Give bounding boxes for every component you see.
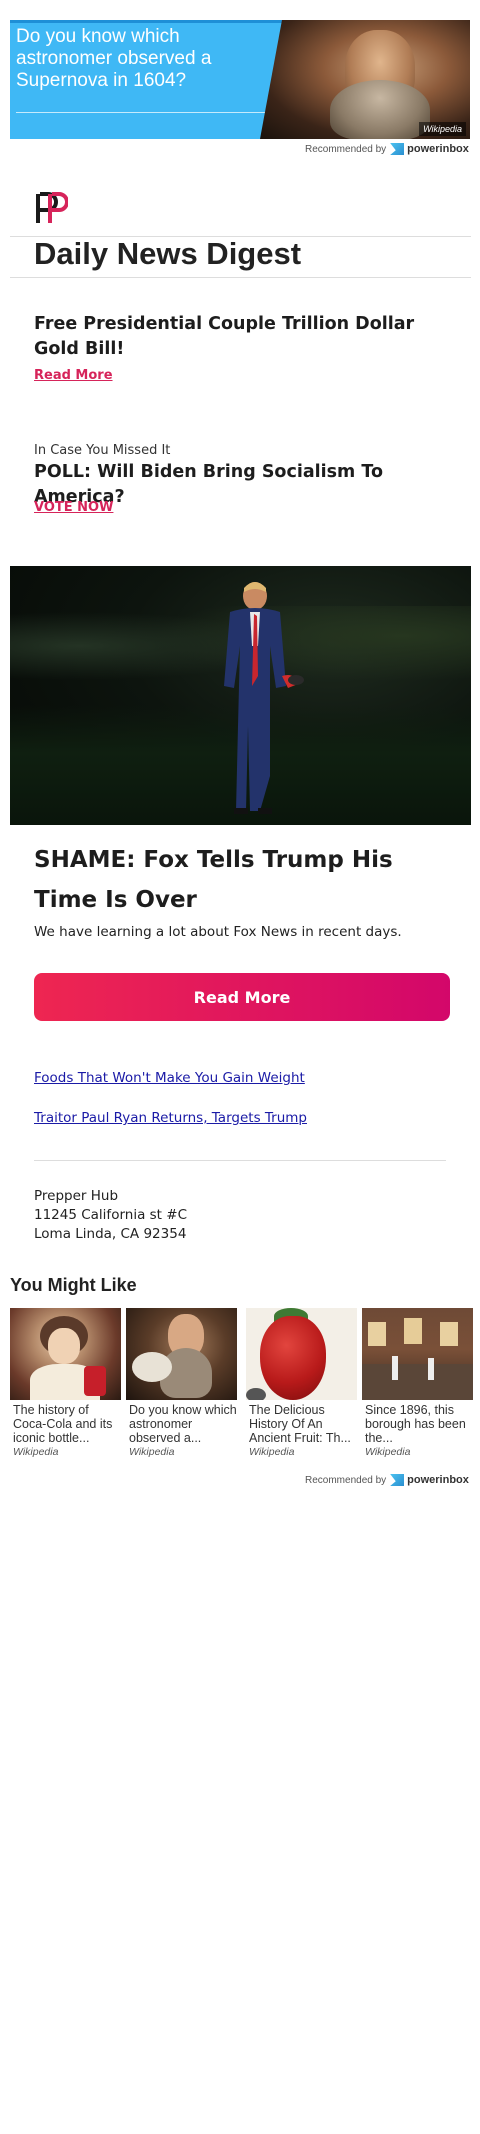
ad-underline bbox=[16, 112, 268, 113]
divider-title bbox=[10, 277, 471, 278]
link-foods[interactable]: Foods That Won't Make You Gain Weight bbox=[34, 1070, 305, 1086]
card-caption: Since 1896, this borough has been the... bbox=[365, 1403, 466, 1445]
card-thumbnail bbox=[10, 1308, 121, 1400]
story1-headline[interactable]: Free Presidential Couple Trillion Dollar… bbox=[34, 312, 434, 362]
ad-source-label: Wikipedia bbox=[419, 122, 466, 136]
story1-read-more-link[interactable]: Read More bbox=[34, 368, 113, 383]
link-paul-ryan[interactable]: Traitor Paul Ryan Returns, Targets Trump bbox=[34, 1110, 307, 1126]
card-caption: The history of Coca-Cola and its iconic … bbox=[13, 1403, 113, 1445]
story2-kicker: In Case You Missed It bbox=[34, 443, 171, 458]
story2-vote-link[interactable]: VOTE NOW bbox=[34, 500, 113, 515]
you-might-like-title: You Might Like bbox=[10, 1275, 137, 1295]
feature-photo[interactable] bbox=[10, 566, 471, 825]
card-thumbnail bbox=[126, 1308, 237, 1400]
feature-headline[interactable]: SHAME: Fox Tells Trump His Time Is Over bbox=[34, 840, 454, 920]
powerinbox-logo-icon: powerinbox bbox=[390, 143, 469, 155]
card-source: Wikipedia bbox=[365, 1446, 411, 1458]
ad-headline: Do you know which astronomer observed a … bbox=[16, 26, 212, 91]
card-thumbnail bbox=[362, 1308, 473, 1400]
recommendation-card[interactable]: The history of Coca-Cola and its iconic … bbox=[10, 1308, 121, 1458]
card-source: Wikipedia bbox=[129, 1446, 175, 1458]
address-line-1: Prepper Hub bbox=[34, 1188, 119, 1204]
recommended-by-top[interactable]: Recommended by powerinbox bbox=[305, 143, 469, 155]
publisher-logo-icon[interactable] bbox=[34, 191, 68, 225]
address-line-3: Loma Linda, CA 92354 bbox=[34, 1226, 187, 1242]
recommendation-card[interactable]: The Delicious History Of An Ancient Frui… bbox=[246, 1308, 357, 1458]
photo-figure bbox=[224, 582, 304, 814]
card-thumbnail bbox=[246, 1308, 357, 1400]
feature-read-more-button[interactable]: Read More bbox=[34, 973, 450, 1021]
card-caption: Do you know which astronomer observed a.… bbox=[129, 1403, 237, 1445]
card-caption: The Delicious History Of An Ancient Frui… bbox=[249, 1403, 351, 1445]
feature-lede: We have learning a lot about Fox News in… bbox=[34, 924, 402, 940]
card-source: Wikipedia bbox=[13, 1446, 59, 1458]
portrait-beard bbox=[330, 80, 430, 139]
top-ad-banner[interactable]: Do you know which astronomer observed a … bbox=[10, 20, 470, 139]
recommended-by-bottom[interactable]: Recommended by powerinbox bbox=[305, 1474, 469, 1486]
newsletter-title: Daily News Digest bbox=[34, 236, 302, 271]
address-line-2: 11245 California st #C bbox=[34, 1207, 187, 1223]
powerinbox-logo-icon: powerinbox bbox=[390, 1474, 469, 1486]
card-source: Wikipedia bbox=[249, 1446, 295, 1458]
recommended-label: Recommended by bbox=[305, 1474, 387, 1486]
recommendation-card[interactable]: Do you know which astronomer observed a.… bbox=[126, 1308, 237, 1458]
recommendation-card[interactable]: Since 1896, this borough has been the...… bbox=[362, 1308, 473, 1458]
recommended-label: Recommended by bbox=[305, 143, 387, 155]
footer-address: Prepper Hub 11245 California st #C Loma … bbox=[34, 1187, 187, 1244]
divider-footer bbox=[34, 1160, 446, 1161]
